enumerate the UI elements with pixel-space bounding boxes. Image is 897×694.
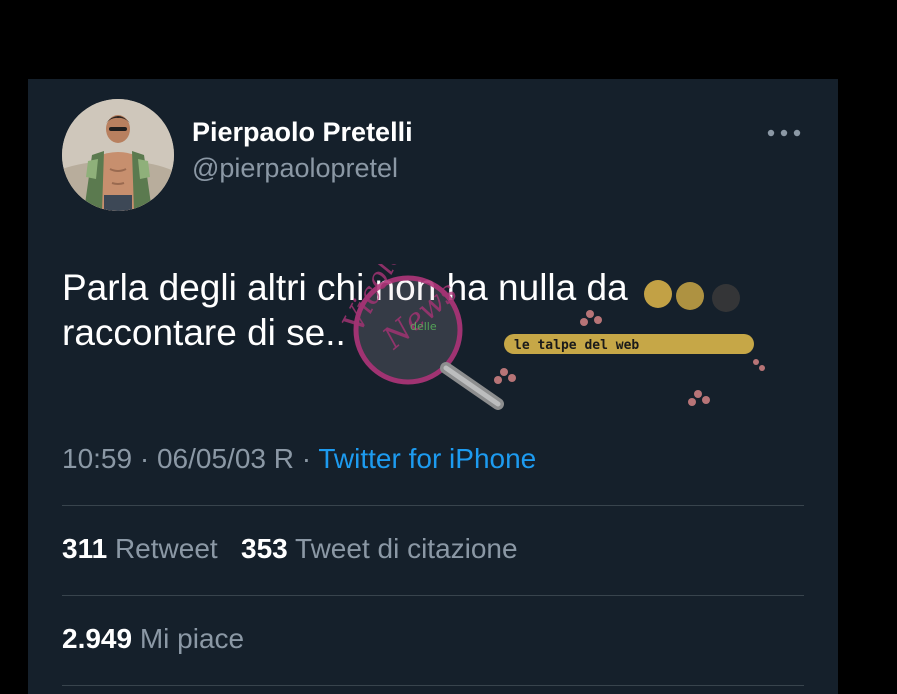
likes-count: 2.949 [62, 623, 133, 654]
retweet-stats-row: 311 Retweet 353 Tweet di citazione [62, 531, 518, 567]
avatar-photo [62, 99, 174, 211]
more-options-button[interactable] [766, 119, 802, 147]
author-avatar[interactable] [62, 99, 174, 211]
retweets-stat[interactable]: 311 Retweet [62, 533, 218, 564]
likes-stats-row: 2.949 Mi piace [62, 621, 244, 657]
author-handle[interactable]: @pierpaolopretel [192, 151, 413, 185]
author-name[interactable]: Pierpaolo Pretelli [192, 115, 413, 149]
retweets-label: Retweet [114, 533, 218, 564]
author-block[interactable]: Pierpaolo Pretelli @pierpaolopretel [192, 115, 413, 185]
quotes-label: Tweet di citazione [295, 533, 518, 564]
tweet-source-link[interactable]: Twitter for iPhone [318, 443, 536, 474]
tweet-date[interactable]: 06/05/03 R [157, 443, 294, 474]
divider [62, 685, 804, 686]
more-horizontal-icon [767, 129, 801, 137]
quotes-count: 353 [241, 533, 288, 564]
tweet-metadata: 10:59 · 06/05/03 R · Twitter for iPhone [62, 441, 536, 477]
meta-separator: · [293, 443, 319, 474]
divider [62, 505, 804, 506]
tweet-time[interactable]: 10:59 [62, 443, 132, 474]
likes-label: Mi piace [139, 623, 245, 654]
tweet-text: Parla degli altri chi non ha nulla da ra… [62, 267, 628, 353]
retweets-count: 311 [62, 533, 108, 564]
quotes-stat[interactable]: 353 Tweet di citazione [241, 533, 518, 564]
tweet-card: Pierpaolo Pretelli @pierpaolopretel Parl… [28, 79, 838, 694]
meta-separator: · [132, 443, 157, 474]
likes-stat[interactable]: 2.949 Mi piace [62, 623, 244, 654]
divider [62, 595, 804, 596]
